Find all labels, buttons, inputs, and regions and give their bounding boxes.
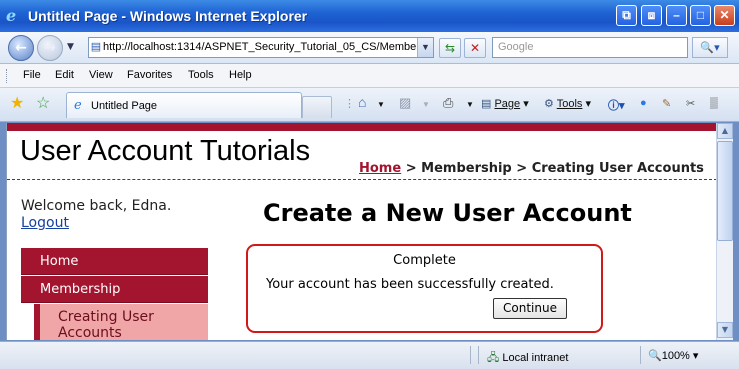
header-accent-bar (7, 123, 716, 131)
toolbar-grip: ⋮ (344, 98, 355, 110)
home-icon[interactable]: ⌂ (358, 94, 366, 110)
security-zone[interactable]: 🖧 Local intranet (487, 349, 568, 368)
zoom-level: 100% (661, 350, 690, 362)
breadcrumb-separator: > (511, 161, 532, 176)
tools-gear-icon: ⚙ (544, 98, 554, 110)
page-icon: ▤ (90, 41, 102, 53)
menu-tools[interactable]: Tools (188, 69, 214, 81)
complete-step-title: Complete (393, 253, 456, 268)
web-page-content: User Account Tutorials Home > Membership… (6, 123, 716, 340)
intranet-globe-icon: 🖧 (487, 352, 500, 364)
menu-bar: File Edit View Favorites Tools Help (0, 64, 739, 88)
window-tabs-icon[interactable]: ⧈ (641, 5, 662, 26)
breadcrumb-separator: > (401, 161, 422, 176)
favorites-center-icon[interactable]: ★ (10, 96, 24, 112)
address-input[interactable]: ▤ http://localhost:1314/ASPNET_Security_T… (88, 37, 434, 58)
refresh-button[interactable]: ⇆ (439, 38, 461, 58)
menu-help[interactable]: Help (229, 69, 252, 81)
breadcrumb: Home > Membership > Creating User Accoun… (359, 161, 704, 176)
page-heading: Create a New User Account (263, 199, 632, 227)
back-button[interactable]: ← (8, 35, 34, 61)
menu-grip (6, 69, 9, 83)
home-dropdown-icon[interactable]: ▼ (377, 100, 385, 109)
stop-button[interactable]: ✕ (464, 38, 486, 58)
address-toolbar: ← → ▼ ▤ http://localhost:1314/ASPNET_Secu… (0, 32, 739, 64)
ie-page-icon: e (74, 98, 82, 113)
menu-file[interactable]: File (23, 69, 41, 81)
header-divider (7, 179, 716, 180)
search-button[interactable]: 🔍▾ (692, 37, 728, 58)
history-dropdown-icon[interactable]: ▼ (67, 42, 74, 52)
logout-link[interactable]: Logout (21, 215, 69, 231)
status-divider (470, 346, 471, 364)
nav-item-membership[interactable]: Membership (21, 276, 208, 303)
add-favorite-icon[interactable]: ☆ (36, 96, 50, 112)
more-tools-icon[interactable]: ▒ (710, 97, 718, 109)
breadcrumb-section: Membership (421, 161, 512, 176)
menu-edit[interactable]: Edit (55, 69, 74, 81)
print-dropdown-icon[interactable]: ▼ (466, 100, 474, 109)
tools-menu-label: Tools (556, 98, 583, 110)
menu-view[interactable]: View (89, 69, 113, 81)
ie-logo-icon: e (6, 6, 17, 25)
welcome-message: Welcome back, Edna. (21, 198, 172, 214)
complete-step-panel: Complete Your account has been successfu… (246, 244, 603, 333)
vertical-scrollbar[interactable]: ▲ ▼ (716, 123, 733, 340)
zoom-control[interactable]: 🔍100% ▾ (648, 349, 698, 362)
menu-favorites[interactable]: Favorites (127, 69, 172, 81)
site-title: User Account Tutorials (20, 135, 311, 167)
status-divider (478, 346, 479, 364)
status-bar: 🖧 Local intranet 🔍100% ▾ (0, 341, 739, 369)
scroll-thumb[interactable] (717, 141, 733, 241)
breadcrumb-home-link[interactable]: Home (359, 161, 401, 176)
tab-toolbar: ★ ☆ e Untitled Page ⋮ ⌂ ▼ ▨ ▼ ⎙ ▼ ▤ Page… (0, 88, 739, 122)
tab-label: Untitled Page (91, 100, 158, 112)
continue-button[interactable]: Continue (493, 298, 567, 319)
address-dropdown-icon[interactable]: ▼ (417, 38, 433, 57)
page-menu[interactable]: ▤ Page ▾ (481, 97, 529, 110)
status-divider (640, 346, 641, 364)
scroll-up-arrow-icon[interactable]: ▲ (717, 123, 733, 139)
window-frame-right (733, 122, 739, 342)
page-menu-icon: ▤ (481, 98, 492, 110)
breadcrumb-current: Creating User Accounts (531, 161, 704, 176)
minimize-button[interactable]: – (666, 5, 687, 26)
new-tab-button[interactable] (302, 96, 332, 118)
window-title-bar[interactable]: e Untitled Page - Windows Internet Explo… (0, 0, 739, 32)
messenger-icon[interactable]: ✎ (662, 97, 671, 110)
feeds-dropdown-icon: ▼ (422, 100, 430, 109)
search-input[interactable]: Google (492, 37, 688, 58)
forward-button[interactable]: → (37, 35, 63, 61)
nav-item-home[interactable]: Home (21, 248, 208, 275)
zoom-icon: 🔍 (648, 350, 662, 362)
tab-untitled-page[interactable]: e Untitled Page (66, 92, 302, 118)
close-button[interactable]: ✕ (714, 5, 735, 26)
feeds-icon[interactable]: ▨ (399, 95, 411, 111)
zoom-dropdown-icon[interactable]: ▾ (693, 350, 699, 362)
print-icon[interactable]: ⎙ (443, 95, 453, 111)
research-icon[interactable]: ● (640, 97, 647, 109)
help-icon[interactable]: ⓘ▾ (608, 97, 625, 113)
url-text: http://localhost:1314/ASPNET_Security_Tu… (103, 41, 417, 53)
restore-tab-button[interactable]: ⧉ (616, 5, 637, 26)
zone-label: Local intranet (502, 352, 569, 364)
addon-icon[interactable]: ✂ (686, 97, 695, 110)
page-menu-label: Page (494, 98, 521, 110)
tools-menu[interactable]: ⚙ Tools ▾ (544, 97, 591, 110)
maximize-button[interactable]: □ (690, 5, 711, 26)
window-title: Untitled Page - Windows Internet Explore… (28, 8, 308, 24)
success-message: Your account has been successfully creat… (266, 277, 554, 292)
nav-subitem-creating-user-accounts[interactable]: Creating User Accounts (34, 304, 208, 340)
scroll-down-arrow-icon[interactable]: ▼ (717, 322, 733, 338)
